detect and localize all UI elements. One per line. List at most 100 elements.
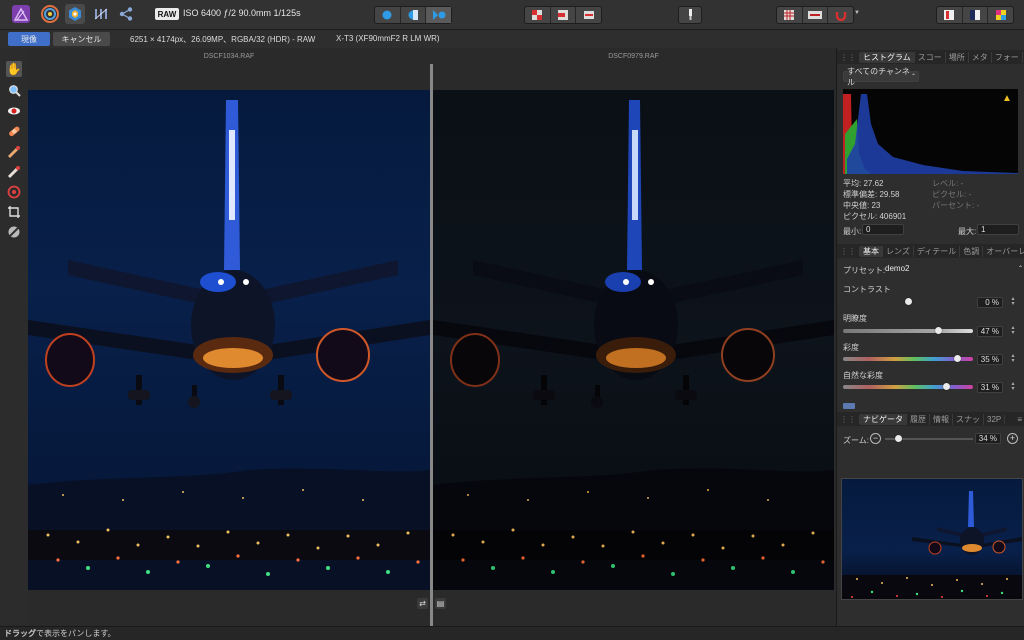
zoom-thumb [895,435,903,442]
tab-detail[interactable]: ディテール [914,245,961,257]
studio-panel: ⋮⋮ ヒストグラム スコー 場所 メタ フォー ≡ すべてのチャンネル⌃ ▲ 平… [836,48,1024,626]
contrast-stepper[interactable]: ▴ ▾ [1009,296,1017,308]
swap-view-button[interactable]: ⇄ [417,598,428,609]
left-airplane-image [28,100,430,590]
contrast-value[interactable]: 0 % [977,297,1003,308]
tab-scope[interactable]: スコー [915,51,946,63]
compare-icon [808,11,822,19]
clipped-shadows-button[interactable] [551,7,577,23]
zoom-label: ズーム: [843,436,869,445]
color-panel-button[interactable] [988,7,1013,23]
hand-tool[interactable]: ✋ [6,61,22,77]
magnet-button[interactable] [828,7,853,23]
tab-lens[interactable]: レンズ [883,245,914,257]
zoom-value[interactable]: 34 % [975,433,1001,444]
vibrance-slider[interactable] [843,383,973,390]
grid-icon [784,10,795,20]
tab-metadata[interactable]: メタ [969,51,992,63]
develop-persona-icon[interactable] [65,4,85,24]
saturation-stepper[interactable]: ▴ ▾ [1009,353,1017,365]
clarity-stepper[interactable]: ▴ ▾ [1009,325,1017,337]
overlay-paint-tool[interactable] [6,144,22,160]
tab-focus[interactable]: フォー [992,51,1023,63]
compare-button[interactable] [803,7,829,23]
vibrance-label: 自然な彩度 [843,371,883,380]
contrast-thumb [905,298,912,305]
navigator-preview[interactable] [841,478,1023,600]
tab-tones[interactable]: 色調 [960,245,984,257]
navigator-menu-icon[interactable]: ≡ [1014,415,1024,424]
export-persona-icon[interactable] [116,4,136,24]
mirror-view-button[interactable] [426,7,452,23]
tab-32p[interactable]: 32P [984,414,1006,424]
zoom-icon [8,84,21,97]
tab-info[interactable]: 情報 [930,413,953,425]
mirror-view-icon [432,10,446,20]
red-eye-tool[interactable] [6,103,22,119]
clipped-tones-button[interactable] [576,7,601,23]
hand-icon: ✋ [6,62,22,76]
overlay-gradient-tool[interactable] [6,184,22,200]
context-toolbar: 現像 キャンセル 6251 × 4174px、26.09MP、RGBA/32 (… [0,30,1024,49]
white-balance-picker-button[interactable] [679,7,701,23]
contrast-slider[interactable] [843,298,973,305]
min-field[interactable]: 0 [862,224,904,235]
min-label: 最小: [843,227,862,236]
liquify-persona-icon[interactable] [40,4,60,24]
right-file-title: DSCF0979.RAF [433,48,834,64]
overlay-erase-tool[interactable] [6,164,22,180]
develop-button[interactable]: 現像 [8,32,50,46]
color-icon [995,10,1006,20]
mask-panel-button[interactable] [937,7,963,23]
vibrance-stepper[interactable]: ▴ ▾ [1009,381,1017,393]
red-eye-icon [8,107,20,115]
tab-location[interactable]: 場所 [946,51,969,63]
bandage-icon [9,126,20,137]
zoom-slider[interactable] [885,435,973,442]
tab-histogram[interactable]: ヒストグラム [860,51,915,63]
tab-history[interactable]: 履歴 [907,413,930,425]
tone-mapping-persona-icon[interactable] [91,4,111,24]
vibrance-value[interactable]: 31 % [977,382,1003,393]
clipped-highlights-button[interactable] [525,7,551,23]
white-balance-tool[interactable] [6,224,22,240]
stat-pixels: ピクセル: 406901 [843,212,907,221]
tab-overlay[interactable]: オーバーレイ [983,246,1024,257]
zoom-out-icon[interactable]: − [870,433,881,444]
histogram-chart: ▲ [843,89,1018,174]
single-view-button[interactable] [375,7,401,23]
wb-picker-icon [8,226,20,238]
max-field[interactable]: 1 [977,224,1019,235]
clarity-slider[interactable] [843,327,973,334]
tab-snapshots[interactable]: スナッ [953,413,984,425]
left-photo-before[interactable] [28,90,430,590]
zoom-in-icon[interactable]: + [1007,433,1018,444]
exif-info: ISO 6400 ƒ/2 90.0mm 1/125s [183,8,301,18]
saturation-slider[interactable] [843,355,973,362]
white-balance-checkbox[interactable] [843,403,855,409]
navigator-tabs: ⋮⋮ ナビゲータ 履歴 情報 スナッ 32P ≡ [837,412,1024,426]
single-view-icon [382,10,392,20]
top-toolbar: RAW ISO 6400 ƒ/2 90.0mm 1/125s ▼ [0,0,1024,30]
channel-select[interactable]: すべてのチャンネル ⌃ [843,67,919,87]
crop-tool[interactable] [6,204,22,220]
split-view-button[interactable] [401,7,427,23]
zoom-tool[interactable] [6,82,22,98]
blemish-tool[interactable] [6,123,22,139]
saturation-value[interactable]: 35 % [977,354,1003,365]
photo-persona-icon[interactable] [11,4,31,24]
view-mode-group [374,6,452,24]
clarity-value[interactable]: 47 % [977,326,1003,337]
tab-navigator[interactable]: ナビゲータ [860,413,907,425]
layout-view-button[interactable]: ▤ [435,598,446,609]
overlay-group [524,6,602,24]
preset-select[interactable]: demo2 ⌃ [885,262,1024,274]
grid-overlay-button[interactable] [777,7,803,23]
chevron-down-icon[interactable]: ▼ [854,10,860,16]
clarity-thumb [934,327,942,334]
left-file-title: DSCF1034.RAF [28,48,430,64]
right-photo-after[interactable] [433,90,834,590]
tab-basic[interactable]: 基本 [860,245,883,257]
cancel-button[interactable]: キャンセル [53,32,110,46]
channel-panel-button[interactable] [963,7,989,23]
